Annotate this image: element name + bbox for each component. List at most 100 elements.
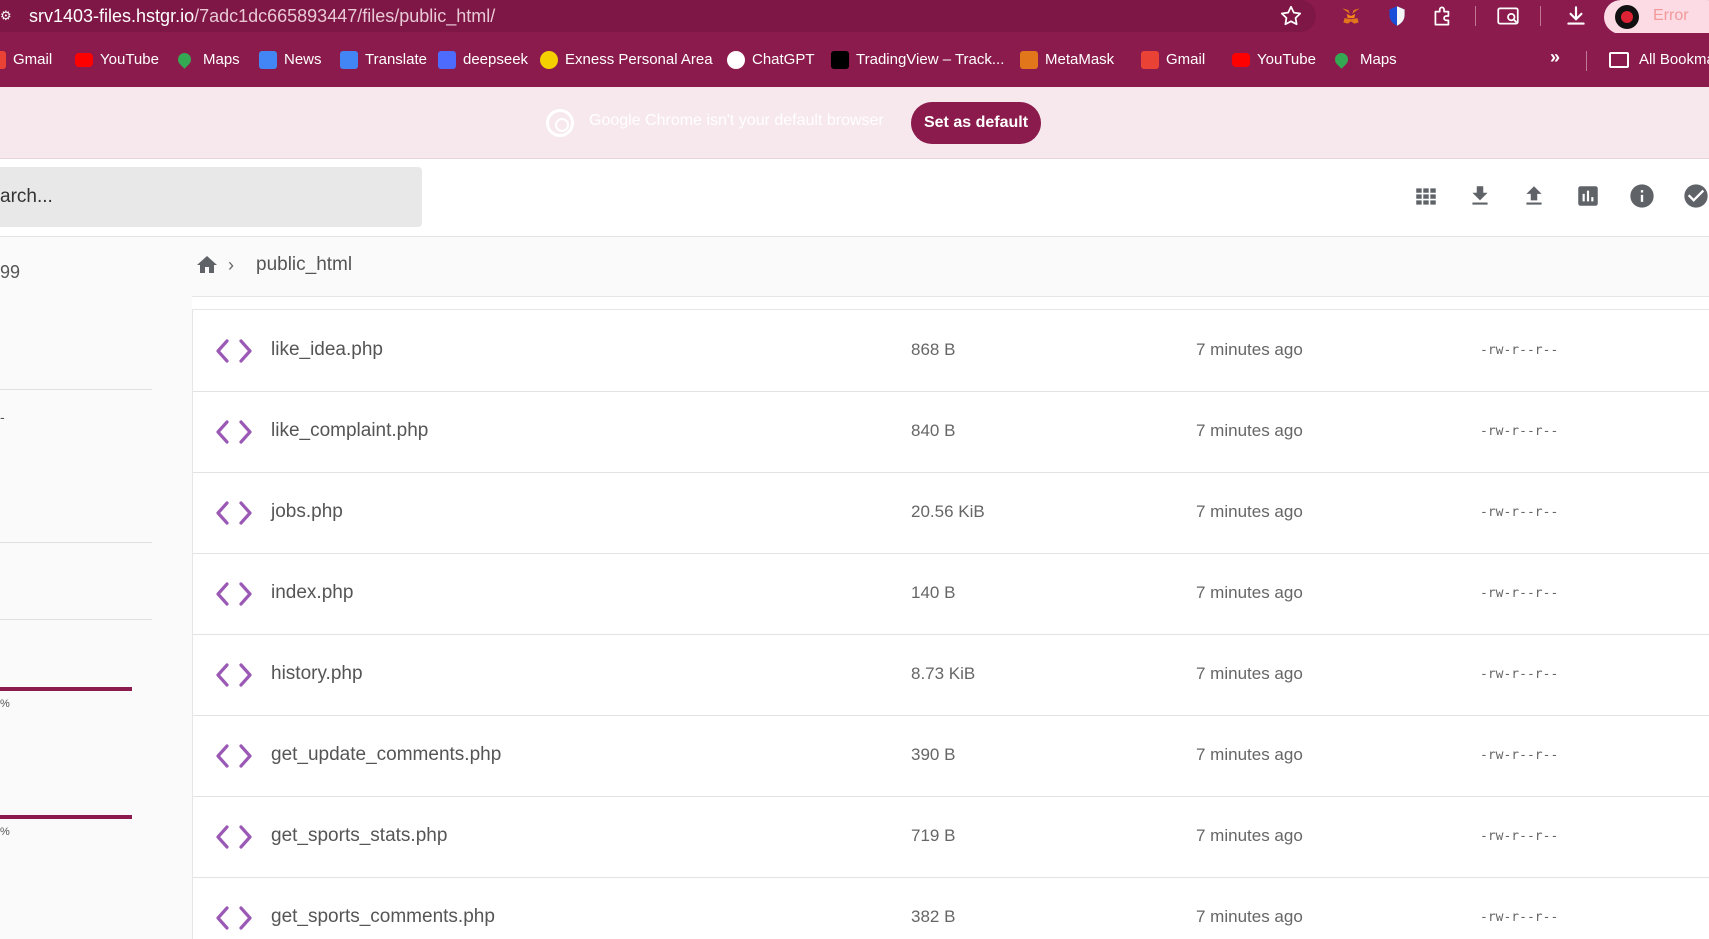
bookmark-gmail[interactable]: Gmail	[13, 49, 52, 71]
url-text[interactable]: srv1403-files.hstgr.io/7adc1dc665893447/…	[29, 5, 495, 27]
breadcrumb-current[interactable]: public_html	[256, 254, 352, 276]
grid-view-icon	[1416, 188, 1436, 205]
disk-usage-button[interactable]	[1571, 179, 1605, 213]
upload-button[interactable]	[1517, 179, 1551, 213]
sidebar-dash: -	[0, 409, 5, 425]
usage-progress-bar	[0, 687, 132, 691]
code-file-icon	[216, 339, 252, 363]
file-modified: 7 minutes ago	[1196, 421, 1303, 440]
file-name: get_sports_stats.php	[271, 825, 448, 846]
file-modified: 7 minutes ago	[1196, 502, 1303, 521]
usage-progress-fill	[0, 687, 132, 691]
code-file-icon	[216, 663, 252, 687]
tradingview-icon	[831, 51, 849, 69]
more-bookmarks-icon[interactable]: »	[1550, 47, 1560, 68]
bookmark-metamask[interactable]: MetaMask	[1045, 49, 1114, 71]
bookmark-exness-personal-area[interactable]: Exness Personal Area	[565, 49, 713, 71]
profile-status: Error	[1653, 7, 1689, 24]
banner-message: Google Chrome isn't your default browser	[589, 112, 884, 129]
sidebar: 99 - % %	[0, 237, 192, 939]
home-icon[interactable]	[194, 253, 220, 277]
news-icon	[259, 51, 277, 69]
file-row[interactable]: get_update_comments.php 390 B 7 minutes ag…	[193, 716, 1709, 797]
sidebar-divider	[0, 389, 152, 390]
download-icon	[1472, 186, 1488, 205]
bookmark-chatgpt[interactable]: ChatGPT	[752, 49, 815, 71]
downloads-icon[interactable]	[1563, 3, 1589, 29]
youtube-icon	[1232, 53, 1250, 67]
usage-percent: %	[0, 826, 10, 838]
maps-icon	[1332, 50, 1351, 69]
screen: ⚙ srv1403-files.hstgr.io/7adc1dc66589344…	[0, 0, 1709, 939]
select-button[interactable]	[1679, 179, 1709, 213]
file-size: 140 B	[911, 583, 956, 602]
maps-icon	[175, 50, 194, 69]
shield-extension-icon[interactable]	[1384, 3, 1410, 29]
file-name: like_complaint.php	[271, 420, 429, 441]
bookmark-gmail[interactable]: Gmail	[1166, 49, 1205, 71]
search-tabs-icon[interactable]	[1495, 3, 1521, 29]
file-name: history.php	[271, 663, 363, 684]
file-list: like_idea.php 868 B 7 minutes ago -rw-r--r-…	[192, 309, 1709, 939]
info-button[interactable]	[1625, 179, 1659, 213]
bookmark-deepseek[interactable]: deepseek	[463, 49, 528, 71]
bookmark-youtube[interactable]: YouTube	[1257, 49, 1316, 71]
file-modified: 7 minutes ago	[1196, 340, 1303, 359]
youtube-icon	[75, 53, 93, 67]
url-path: /7adc1dc665893447/files/public_html/	[194, 6, 496, 26]
bookmark-star-icon[interactable]	[1278, 3, 1304, 29]
file-permissions: -rw-r--r--	[1480, 748, 1559, 763]
address-bar: ⚙ srv1403-files.hstgr.io/7adc1dc66589344…	[0, 0, 1709, 34]
file-permissions: -rw-r--r--	[1480, 424, 1559, 439]
download-button[interactable]	[1463, 179, 1497, 213]
search-box[interactable]	[0, 167, 422, 227]
all-bookmarks-link[interactable]: All Bookma	[1639, 49, 1709, 71]
file-name: get_update_comments.php	[271, 744, 502, 765]
file-size: 382 B	[911, 907, 956, 926]
usage-progress-fill	[0, 815, 132, 819]
file-row[interactable]: get_sports_comments.php 382 B 7 minutes ag…	[193, 878, 1709, 939]
file-row[interactable]: like_complaint.php 840 B 7 minutes ago -rw-…	[193, 392, 1709, 473]
file-size: 390 B	[911, 745, 956, 764]
bookmarks-bar: » All Bookma Gmail YouTube Maps News Transla…	[0, 33, 1709, 87]
bookmark-news[interactable]: News	[284, 49, 322, 71]
code-file-icon	[216, 501, 252, 525]
file-permissions: -rw-r--r--	[1480, 586, 1559, 601]
file-modified: 7 minutes ago	[1196, 907, 1303, 926]
set-default-button[interactable]: Set as default	[911, 102, 1041, 144]
file-permissions: -rw-r--r--	[1480, 505, 1559, 520]
file-size: 20.56 KiB	[911, 502, 985, 521]
check-circle-icon	[1684, 184, 1708, 208]
file-row[interactable]: get_sports_stats.php 719 B 7 minutes ago -r…	[193, 797, 1709, 878]
bookmark-maps[interactable]: Maps	[1360, 49, 1397, 71]
profile-button[interactable]: Error	[1604, 0, 1709, 34]
search-input[interactable]	[0, 183, 400, 211]
file-row[interactable]: jobs.php 20.56 KiB 7 minutes ago -rw-r--r--	[193, 473, 1709, 554]
file-name: get_sports_comments.php	[271, 906, 495, 927]
breadcrumb: › public_html	[192, 237, 1709, 297]
code-file-icon	[216, 906, 252, 930]
file-name: index.php	[271, 582, 354, 603]
extensions-puzzle-icon[interactable]	[1430, 3, 1456, 29]
bookmark-maps[interactable]: Maps	[203, 49, 240, 71]
grid-view-button[interactable]	[1409, 179, 1443, 213]
exness-icon	[540, 51, 558, 69]
bookmark-translate[interactable]: Translate	[365, 49, 427, 71]
file-row[interactable]: index.php 140 B 7 minutes ago -rw-r--r--	[193, 554, 1709, 635]
url-host: srv1403-files.hstgr.io	[29, 6, 195, 26]
file-row[interactable]: like_idea.php 868 B 7 minutes ago -rw-r--r-…	[193, 311, 1709, 392]
info-icon	[1630, 184, 1654, 208]
file-name: like_idea.php	[271, 339, 383, 360]
bookmark-youtube[interactable]: YouTube	[100, 49, 159, 71]
code-file-icon	[216, 582, 252, 606]
chrome-logo-icon	[546, 109, 574, 137]
code-file-icon	[216, 420, 252, 444]
sidebar-divider	[0, 542, 152, 543]
metamask-extension-icon[interactable]	[1338, 3, 1364, 29]
app-header	[0, 159, 1709, 237]
chatgpt-icon	[727, 51, 745, 69]
site-info-icon[interactable]: ⚙	[0, 6, 14, 26]
file-size: 868 B	[911, 340, 956, 359]
file-row[interactable]: history.php 8.73 KiB 7 minutes ago -rw-r--r…	[193, 635, 1709, 716]
bookmark-tradingview-track[interactable]: TradingView – Track...	[856, 49, 1004, 71]
